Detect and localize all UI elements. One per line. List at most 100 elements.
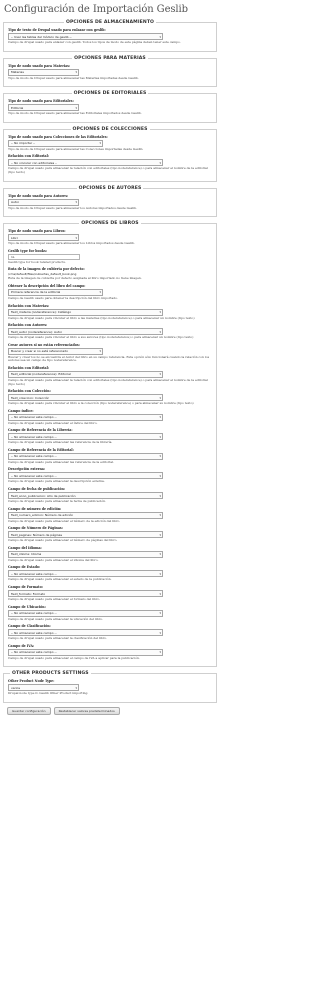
chevron-down-icon[interactable]: ▾ [159, 454, 161, 458]
select-value: -- No importar -- [11, 141, 36, 146]
chevron-down-icon[interactable]: ▾ [159, 415, 161, 419]
select-value: varios [11, 685, 21, 690]
chevron-down-icon[interactable]: ▾ [159, 310, 161, 314]
select-dropdown[interactable]: -- No almacenar este campo -- ▾ [8, 413, 163, 421]
chevron-down-icon[interactable]: ▾ [159, 533, 161, 537]
field-description: Campo de drupal usado para almacenar el … [8, 597, 101, 602]
select-value: field_idioma: Idioma [11, 552, 42, 557]
select-value: Buscar y crear si no está referenciado [11, 349, 68, 354]
field-label: Campo de número de edición: [8, 506, 62, 511]
select-dropdown[interactable]: Buscar y crear si no está referenciado ▾ [8, 347, 103, 355]
select-dropdown[interactable]: -- No almacenar este campo -- ▾ [8, 452, 163, 460]
fieldset-section: OPCIONES DE COLECCIONES Tipo de nodo usad… [3, 126, 217, 182]
chevron-down-icon[interactable]: ▾ [99, 349, 101, 353]
select-dropdown[interactable]: Libro ▾ [8, 234, 79, 242]
field-label: Geslib type for books: [8, 248, 47, 253]
field-label: Tipo de nodo usado para Autores: [8, 193, 69, 198]
select-dropdown[interactable]: Autor ▾ [8, 198, 79, 206]
chevron-down-icon[interactable]: ▾ [159, 513, 161, 517]
fieldset-section: OTHER PRODUCTS SETTINGS Other Product Nod… [3, 671, 217, 703]
select-dropdown[interactable]: varios ▾ [8, 684, 79, 692]
form-item: Relación con Materias: field_materia (nod… [8, 304, 212, 321]
field-label: Campo de Ubicación: [8, 604, 46, 609]
save-configuration-button[interactable]: Guardar configuración [7, 707, 51, 715]
fieldset-section: OPCIONES DE ALMACENAMIENTO Tipo de texto … [3, 20, 217, 52]
select-dropdown[interactable]: -- No almacenar este campo -- ▾ [8, 609, 163, 617]
reset-defaults-button[interactable]: Restablecer valores predeterminados [53, 707, 120, 715]
form-item: Relación con Colección: field_coleccion: … [8, 389, 212, 406]
field-description: Tipo de modo de Drupal usado para almace… [8, 205, 138, 210]
field-label: Ruta de la imagen de cubierta por defect… [8, 267, 85, 272]
select-value: -- No almacenar este campo -- [11, 630, 57, 635]
field-label: Campo del Idioma: [8, 545, 42, 550]
field-description: Campo de drupal usado para almacenar la … [8, 499, 107, 504]
select-dropdown[interactable]: Materias ▾ [8, 68, 79, 76]
chevron-down-icon[interactable]: ▾ [75, 106, 77, 110]
section-legend[interactable]: OPCIONES DE ALMACENAMIENTO [64, 20, 156, 25]
chevron-down-icon[interactable]: ▾ [159, 161, 161, 165]
chevron-down-icon[interactable]: ▾ [75, 70, 77, 74]
chevron-down-icon[interactable]: ▾ [99, 141, 101, 145]
section-legend[interactable]: OPCIONES PARA MATERIAS [72, 56, 148, 61]
select-value: field_materia (nodereference): Catálogo [11, 310, 72, 315]
field-label: Descripción externa: [8, 467, 46, 472]
section-legend[interactable]: OPCIONES DE COLECCIONES [71, 127, 150, 132]
section-legend[interactable]: OTHER PRODUCTS SETTINGS [10, 671, 91, 676]
form-item: Campo de Formato: field_formato: Formato ▾… [8, 585, 212, 602]
field-description: Buscar y crear los no se encuentra el Au… [8, 354, 210, 363]
text-input[interactable]: 1L [8, 253, 80, 260]
field-description: Ruta de la imagen de cubierta por defect… [8, 276, 142, 281]
field-description: Campo de drupal usado para almacenar el … [8, 538, 118, 543]
select-value: Autor [11, 200, 20, 205]
select-dropdown[interactable]: field_anno_publicacion: Año de publicaci… [8, 492, 163, 500]
select-dropdown[interactable]: field_formato: Formato ▾ [8, 590, 163, 598]
field-description: Tipo de modo de Drupal usado para almace… [8, 75, 139, 80]
select-dropdown[interactable]: field_numero_edicion: Número de edición ▾ [8, 511, 163, 519]
select-value: -- No almacenar este campo -- [11, 415, 57, 420]
select-dropdown[interactable]: -- No almacenar este campo -- ▾ [8, 433, 163, 441]
form-item: Relación con Editorial: -- No vincular co… [8, 154, 212, 174]
chevron-down-icon[interactable]: ▾ [75, 686, 77, 690]
chevron-down-icon[interactable]: ▾ [75, 200, 77, 204]
select-dropdown[interactable]: -- No importar -- ▾ [8, 139, 103, 147]
select-dropdown[interactable]: field_editorial (nodereference): Editori… [8, 370, 163, 378]
chevron-down-icon[interactable]: ▾ [159, 592, 161, 596]
chevron-down-icon[interactable]: ▾ [159, 572, 161, 576]
section-legend[interactable]: OPCIONES DE EDITORIALES [72, 91, 149, 96]
chevron-down-icon[interactable]: ▾ [75, 236, 77, 240]
settings-form: OPCIONES DE ALMACENAMIENTO Tipo de texto … [3, 20, 217, 703]
select-dropdown[interactable]: -- Usar las tablas del módulo de geslib … [8, 33, 163, 40]
select-dropdown[interactable]: -- No almacenar este campo -- ▾ [8, 648, 163, 656]
select-dropdown[interactable]: field_autor (nodereference): Autor ▾ [8, 328, 163, 336]
chevron-down-icon[interactable]: ▾ [159, 35, 161, 39]
select-dropdown[interactable]: field_idioma: Idioma ▾ [8, 550, 163, 558]
chevron-down-icon[interactable]: ▾ [159, 494, 161, 498]
field-label: Campo de Clasificación: [8, 624, 51, 629]
chevron-down-icon[interactable]: ▾ [159, 435, 161, 439]
form-item: Tipo de nodo usado para Libros: Libro ▾ Tip… [8, 229, 212, 246]
form-item: Obtener la descripción del libro del cam… [8, 284, 212, 301]
select-value: Primera referencia de la editorial [11, 290, 61, 295]
chevron-down-icon[interactable]: ▾ [159, 631, 161, 635]
chevron-down-icon[interactable]: ▾ [159, 474, 161, 478]
chevron-down-icon[interactable]: ▾ [159, 611, 161, 615]
chevron-down-icon[interactable]: ▾ [159, 372, 161, 376]
field-description: Campo de drupal usado para almacenar las… [8, 440, 113, 445]
field-label: Relación con Autores: [8, 323, 48, 328]
form-item: Campo de número de edición: field_numero_… [8, 507, 212, 524]
field-description: Campo de drupal usado para almacenar el … [8, 420, 98, 425]
chevron-down-icon[interactable]: ▾ [99, 290, 101, 294]
section-legend[interactable]: OPCIONES DE LIBROS [79, 221, 140, 226]
select-dropdown[interactable]: field_materia (nodereference): Catálogo ▾ [8, 308, 163, 316]
fieldset-section: OPCIONES DE AUTORES Tipo de nodo usado pa… [3, 185, 217, 218]
chevron-down-icon[interactable]: ▾ [159, 396, 161, 400]
chevron-down-icon[interactable]: ▾ [159, 330, 161, 334]
select-dropdown[interactable]: Primera referencia de la editorial ▾ [8, 288, 103, 296]
field-description: Campo de drupal usado para almacenar las… [8, 459, 114, 464]
section-legend[interactable]: OPCIONES DE AUTORES [77, 186, 144, 191]
select-value: -- Usar las tablas del módulo de geslib … [11, 34, 72, 39]
select-dropdown[interactable]: Editorial ▾ [8, 104, 79, 112]
chevron-down-icon[interactable]: ▾ [159, 650, 161, 654]
form-item: Crear autores si no están referenciados:… [8, 343, 212, 363]
chevron-down-icon[interactable]: ▾ [159, 552, 161, 556]
